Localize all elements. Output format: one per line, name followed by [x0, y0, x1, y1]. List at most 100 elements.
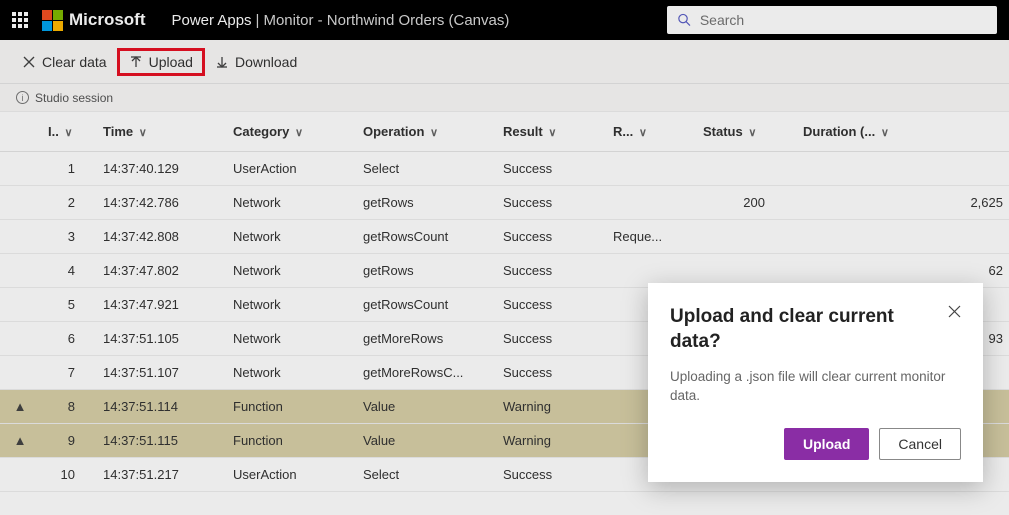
clear-data-button[interactable]: Clear data — [12, 48, 117, 76]
cell-id: 10 — [40, 458, 95, 492]
download-button[interactable]: Download — [205, 48, 307, 76]
cell-operation: Select — [355, 152, 495, 186]
cell-category: Network — [225, 186, 355, 220]
cell-category: Function — [225, 424, 355, 458]
download-label: Download — [235, 54, 297, 70]
cell-r — [605, 152, 695, 186]
cell-time: 14:37:51.107 — [95, 356, 225, 390]
session-label: Studio session — [35, 91, 113, 105]
dialog-close-button[interactable] — [948, 305, 961, 320]
col-id-header[interactable]: I.. ∨ — [40, 112, 95, 152]
session-bar: i Studio session — [0, 84, 1009, 112]
cell-operation: getRows — [355, 186, 495, 220]
cell-id: 1 — [40, 152, 95, 186]
cell-result: Warning — [495, 390, 605, 424]
app-name[interactable]: Power Apps — [172, 12, 252, 29]
col-category-header[interactable]: Category ∨ — [225, 112, 355, 152]
cell-id: 5 — [40, 288, 95, 322]
cell-id: 8 — [40, 390, 95, 424]
upload-icon — [129, 55, 143, 69]
chevron-down-icon: ∨ — [639, 127, 647, 139]
cell-time: 14:37:42.808 — [95, 220, 225, 254]
breadcrumb: Power Apps | Monitor - Northwind Orders … — [172, 12, 510, 29]
search-input-container[interactable] — [667, 6, 997, 34]
cell-category: Network — [225, 322, 355, 356]
col-result-header[interactable]: Result ∨ — [495, 112, 605, 152]
cell-duration — [795, 152, 1009, 186]
cell-result: Success — [495, 322, 605, 356]
upload-label: Upload — [149, 54, 193, 70]
cell-id: 7 — [40, 356, 95, 390]
cell-result: Success — [495, 220, 605, 254]
microsoft-logo-icon — [42, 10, 63, 31]
cell-operation: getRowsCount — [355, 220, 495, 254]
cell-id: 6 — [40, 322, 95, 356]
chevron-down-icon: ∨ — [430, 127, 438, 139]
close-icon — [948, 305, 961, 318]
dialog-cancel-button[interactable]: Cancel — [879, 428, 961, 460]
cell-r — [605, 186, 695, 220]
table-row[interactable]: 114:37:40.129UserActionSelectSuccess — [0, 152, 1009, 186]
warning-icon: ▲ — [14, 433, 27, 448]
cell-category: Network — [225, 356, 355, 390]
cell-category: Network — [225, 254, 355, 288]
cell-r: Reque... — [605, 220, 695, 254]
cell-category: Function — [225, 390, 355, 424]
app-launcher-icon[interactable] — [12, 12, 28, 28]
cell-id: 2 — [40, 186, 95, 220]
cell-result: Success — [495, 356, 605, 390]
microsoft-logo[interactable]: Microsoft — [42, 10, 146, 31]
context-label: Monitor - Northwind Orders (Canvas) — [263, 12, 509, 29]
dialog-title: Upload and clear current data? — [670, 305, 948, 354]
upload-confirm-dialog: Upload and clear current data? Uploading… — [648, 283, 983, 482]
cell-category: UserAction — [225, 152, 355, 186]
cell-id: 3 — [40, 220, 95, 254]
dialog-body: Uploading a .json file will clear curren… — [670, 368, 961, 406]
brand-text: Microsoft — [69, 10, 146, 30]
chevron-down-icon: ∨ — [548, 127, 556, 139]
col-r-header[interactable]: R... ∨ — [605, 112, 695, 152]
col-status-header[interactable]: Status ∨ — [695, 112, 795, 152]
search-input[interactable] — [700, 12, 987, 28]
col-time-header[interactable]: Time ∨ — [95, 112, 225, 152]
app-header: Microsoft Power Apps | Monitor - Northwi… — [0, 0, 1009, 40]
search-icon — [677, 12, 692, 28]
cell-id: 4 — [40, 254, 95, 288]
cell-result: Success — [495, 152, 605, 186]
breadcrumb-divider: | — [256, 12, 260, 29]
cell-category: Network — [225, 220, 355, 254]
cell-time: 14:37:51.105 — [95, 322, 225, 356]
upload-button[interactable]: Upload — [117, 48, 205, 76]
cell-category: UserAction — [225, 458, 355, 492]
cell-operation: Value — [355, 390, 495, 424]
cell-operation: getRowsCount — [355, 288, 495, 322]
info-icon: i — [16, 91, 29, 104]
table-row[interactable]: 314:37:42.808NetworkgetRowsCountSuccessR… — [0, 220, 1009, 254]
col-operation-header[interactable]: Operation ∨ — [355, 112, 495, 152]
cell-time: 14:37:40.129 — [95, 152, 225, 186]
warning-icon: ▲ — [14, 399, 27, 414]
cell-category: Network — [225, 288, 355, 322]
col-duration-header[interactable]: Duration (... ∨ — [795, 112, 1009, 152]
cell-result: Success — [495, 186, 605, 220]
cell-result: Success — [495, 458, 605, 492]
cell-result: Warning — [495, 424, 605, 458]
cell-result: Success — [495, 288, 605, 322]
cell-time: 14:37:42.786 — [95, 186, 225, 220]
toolbar: Clear data Upload Download — [0, 40, 1009, 84]
cell-operation: getMoreRows — [355, 322, 495, 356]
chevron-down-icon: ∨ — [64, 127, 72, 139]
cell-time: 14:37:51.115 — [95, 424, 225, 458]
cell-duration — [795, 220, 1009, 254]
cell-operation: getRows — [355, 254, 495, 288]
close-icon — [22, 55, 36, 69]
cell-duration: 2,625 — [795, 186, 1009, 220]
cell-status — [695, 152, 795, 186]
table-row[interactable]: 214:37:42.786NetworkgetRowsSuccess2002,6… — [0, 186, 1009, 220]
cell-operation: getMoreRowsC... — [355, 356, 495, 390]
cell-operation: Value — [355, 424, 495, 458]
cell-operation: Select — [355, 458, 495, 492]
clear-data-label: Clear data — [42, 54, 107, 70]
cell-id: 9 — [40, 424, 95, 458]
dialog-upload-button[interactable]: Upload — [784, 428, 869, 460]
